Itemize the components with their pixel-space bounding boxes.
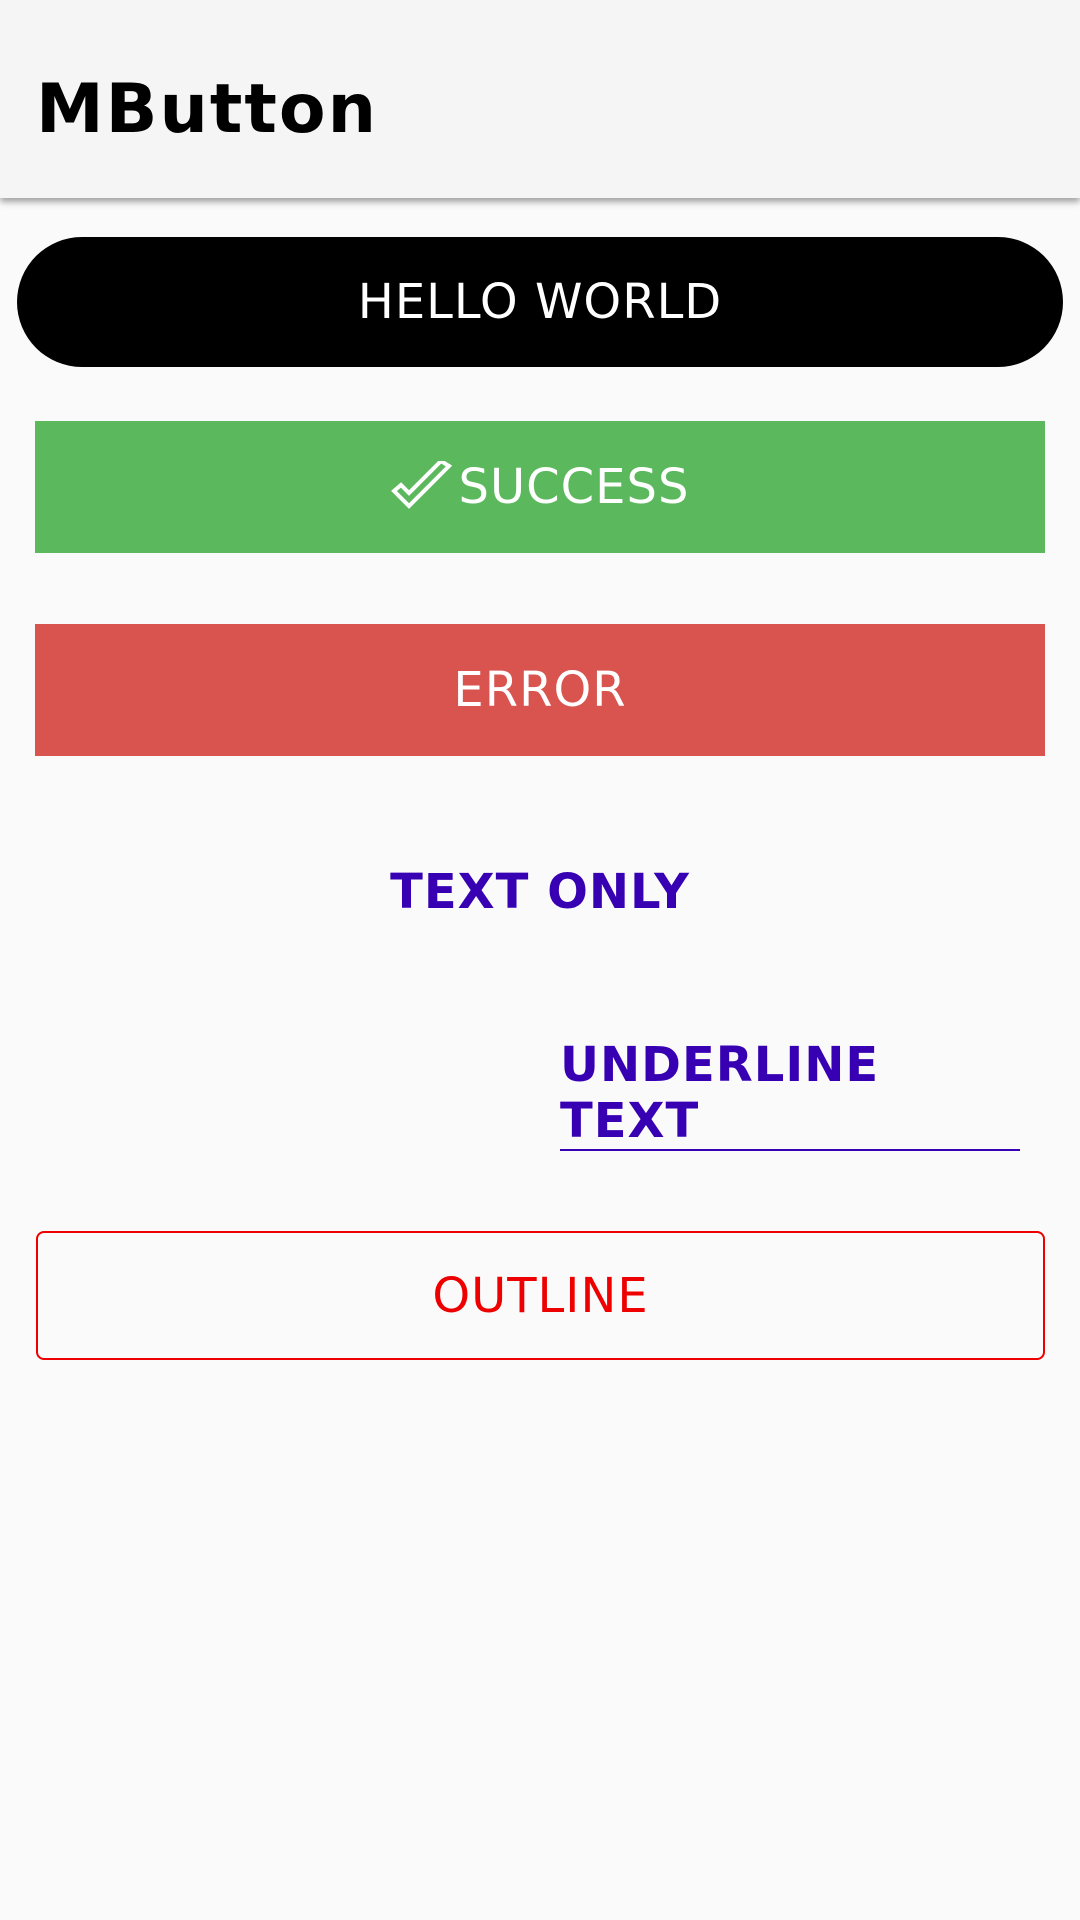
underline-text-label: UNDERLINE TEXT <box>560 1037 1020 1151</box>
error-label: ERROR <box>453 662 627 718</box>
page-title: MButton <box>36 70 379 149</box>
check-icon <box>390 458 453 513</box>
text-only-label: TEXT ONLY <box>390 864 690 920</box>
text-only-button[interactable]: TEXT ONLY <box>35 826 1045 958</box>
outline-label: OUTLINE <box>432 1267 649 1324</box>
hello-world-label: HELLO WORLD <box>357 274 723 330</box>
error-button[interactable]: ERROR <box>35 624 1045 756</box>
app-bar: MButton <box>0 0 1080 198</box>
underline-text-button[interactable]: UNDERLINE TEXT <box>560 1028 1020 1160</box>
success-button[interactable]: SUCCESS <box>35 421 1045 553</box>
success-label: SUCCESS <box>458 459 690 515</box>
outline-button[interactable]: OUTLINE <box>36 1231 1045 1360</box>
button-list: HELLO WORLD SUCCESS ERROR TEXT ONLY UNDE… <box>0 198 1080 1920</box>
hello-world-button[interactable]: HELLO WORLD <box>17 237 1063 367</box>
